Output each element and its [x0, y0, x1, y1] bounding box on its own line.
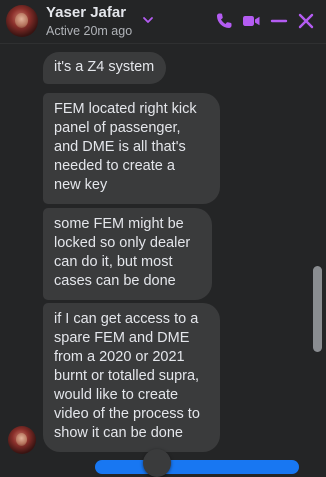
close-icon[interactable]	[295, 10, 317, 32]
message-bubble[interactable]: it's a Z4 system	[43, 52, 166, 84]
contact-avatar[interactable]	[6, 5, 38, 37]
scroll-to-bottom-button[interactable]	[143, 449, 171, 477]
contact-name[interactable]: Yaser Jafar	[46, 4, 126, 21]
message-thread: it's a Z4 system FEM located right kick …	[0, 44, 326, 466]
chevron-down-icon[interactable]	[141, 13, 155, 27]
scrollbar-thumb[interactable]	[313, 266, 322, 352]
phone-icon[interactable]	[213, 10, 235, 32]
sender-avatar[interactable]	[8, 426, 36, 454]
message-bubble[interactable]: if I can get access to a spare FEM and D…	[43, 303, 220, 452]
scrollbar[interactable]	[312, 44, 324, 466]
minimize-icon[interactable]	[268, 10, 290, 32]
chat-header: Yaser Jafar Active 20m ago	[0, 0, 326, 44]
outgoing-message-bubble[interactable]	[95, 460, 299, 474]
message-bubble[interactable]: FEM located right kick panel of passenge…	[43, 93, 220, 204]
message-bubble[interactable]: some FEM might be locked so only dealer …	[43, 208, 212, 300]
video-camera-icon[interactable]	[240, 10, 262, 32]
contact-status: Active 20m ago	[46, 24, 133, 38]
